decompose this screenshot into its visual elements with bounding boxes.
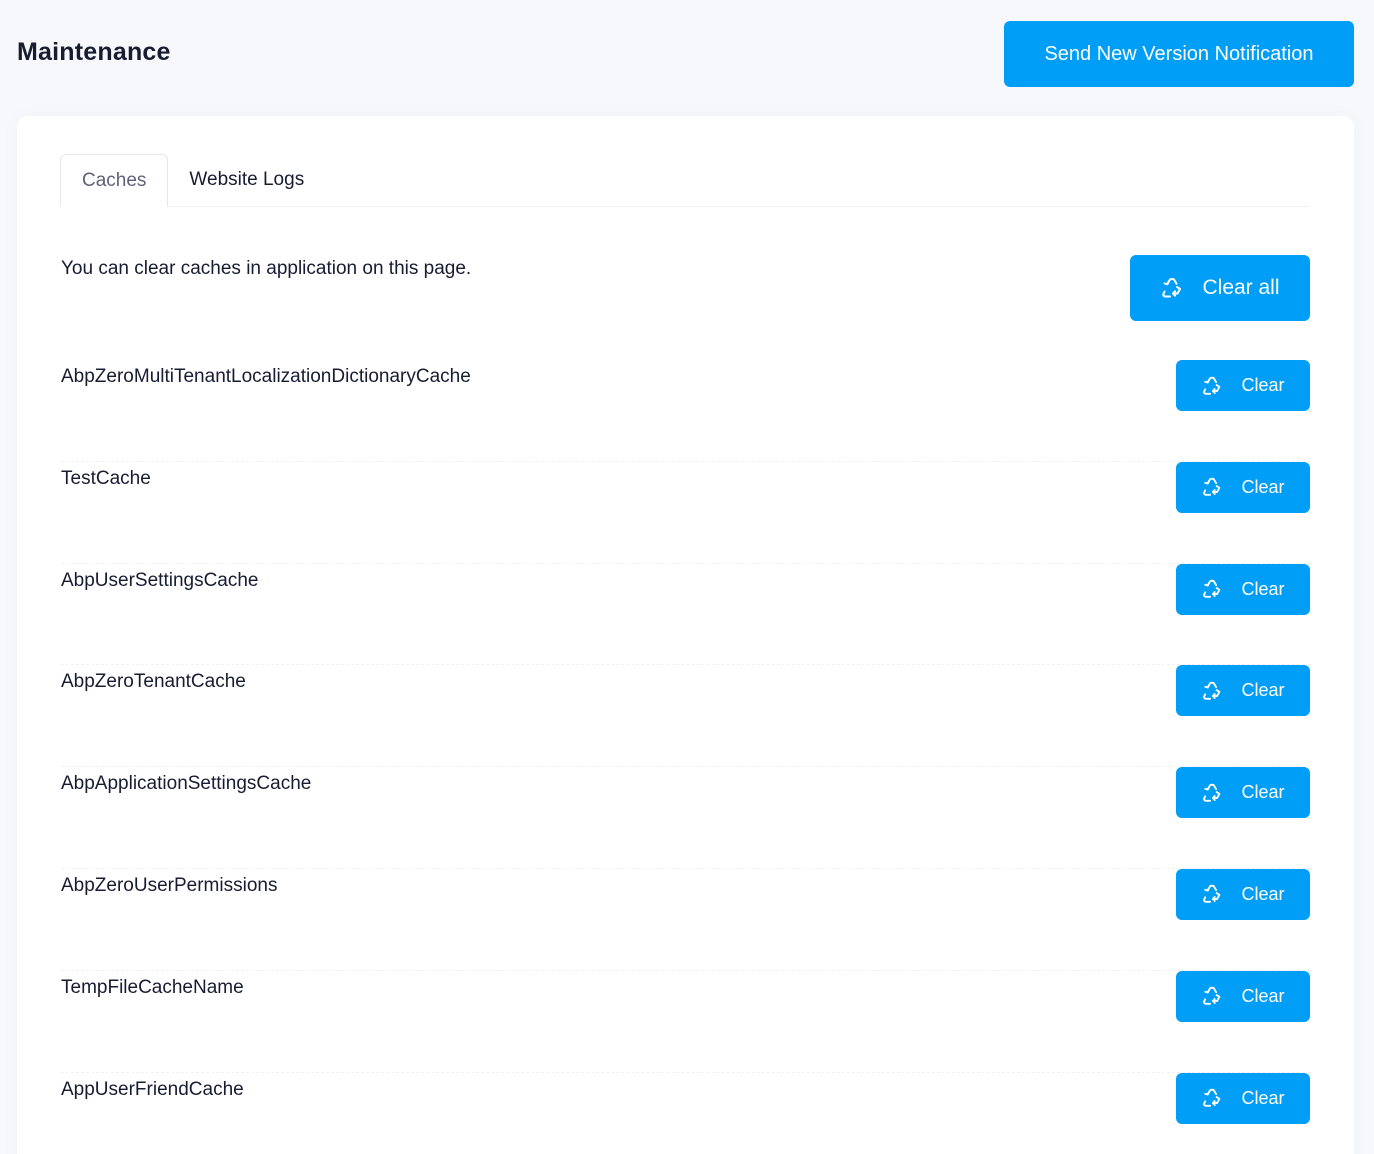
recycle-icon: [1201, 375, 1223, 397]
maintenance-card: Caches Website Logs You can clear caches…: [17, 116, 1354, 1154]
clear-all-button[interactable]: Clear all: [1130, 255, 1310, 321]
cache-name: AbpApplicationSettingsCache: [61, 773, 312, 795]
caches-intro-text: You can clear caches in application on t…: [61, 258, 472, 279]
cache-name: TempFileCacheName: [61, 976, 244, 998]
cache-row: AbpZeroMultiTenantLocalizationDictionary…: [61, 360, 1310, 462]
recycle-icon: [1201, 883, 1223, 905]
clear-label: Clear: [1241, 782, 1285, 803]
clear-cache-button[interactable]: Clear: [1176, 360, 1310, 411]
cache-list: AbpZeroMultiTenantLocalizationDictionary…: [61, 360, 1310, 1154]
tab-bar: Caches Website Logs: [60, 154, 1310, 207]
recycle-icon: [1201, 985, 1223, 1007]
clear-label: Clear: [1241, 476, 1285, 497]
cache-row: AbpZeroTenantCache Clear: [61, 665, 1310, 768]
clear-cache-button[interactable]: Clear: [1176, 563, 1310, 615]
cache-name: AppUserFriendCache: [61, 1078, 244, 1100]
recycle-icon: [1201, 1087, 1223, 1109]
clear-cache-button[interactable]: Clear: [1176, 767, 1310, 819]
page-header: Maintenance Send New Version Notificatio…: [0, 0, 1374, 110]
recycle-icon: [1201, 782, 1223, 804]
cache-name: TestCache: [61, 467, 151, 489]
cache-row: AbpUserSettingsCache Clear: [61, 563, 1310, 666]
tab-caches[interactable]: Caches: [60, 154, 169, 207]
cache-row: TempFileCacheName Clear: [61, 970, 1310, 1073]
clear-all-label: Clear all: [1202, 276, 1280, 299]
cache-name: AbpUserSettingsCache: [61, 569, 259, 591]
clear-label: Clear: [1241, 883, 1285, 904]
clear-label: Clear: [1241, 985, 1285, 1006]
cache-row: AbpZeroUserPermissions Clear: [61, 868, 1310, 971]
cache-name: AbpZeroUserPermissions: [61, 874, 278, 896]
clear-cache-button[interactable]: Clear: [1176, 868, 1310, 920]
clear-label: Clear: [1241, 375, 1285, 395]
clear-label: Clear: [1241, 680, 1285, 701]
clear-label: Clear: [1241, 578, 1285, 599]
cache-name: AbpZeroTenantCache: [61, 671, 246, 693]
clear-cache-button[interactable]: Clear: [1176, 665, 1310, 717]
cache-row: AppUserFriendCache Clear: [61, 1072, 1310, 1154]
clear-cache-button[interactable]: Clear: [1176, 1072, 1310, 1124]
cache-row: AbpApplicationSettingsCache Clear: [61, 767, 1310, 869]
clear-label: Clear: [1241, 1087, 1285, 1108]
maintenance-page: Maintenance Send New Version Notificatio…: [0, 0, 1374, 1154]
page-title: Maintenance: [17, 38, 171, 66]
cache-row: TestCache Clear: [61, 461, 1310, 564]
recycle-icon: [1201, 578, 1223, 600]
clear-cache-button[interactable]: Clear: [1176, 461, 1310, 513]
recycle-icon: [1201, 476, 1223, 498]
send-new-version-notification-button[interactable]: Send New Version Notification: [1004, 21, 1354, 87]
recycle-icon: [1201, 680, 1223, 702]
clear-cache-button[interactable]: Clear: [1176, 970, 1310, 1022]
recycle-icon: [1160, 276, 1184, 300]
tab-website-logs[interactable]: Website Logs: [168, 154, 325, 206]
cache-name: AbpZeroMultiTenantLocalizationDictionary…: [61, 366, 471, 387]
